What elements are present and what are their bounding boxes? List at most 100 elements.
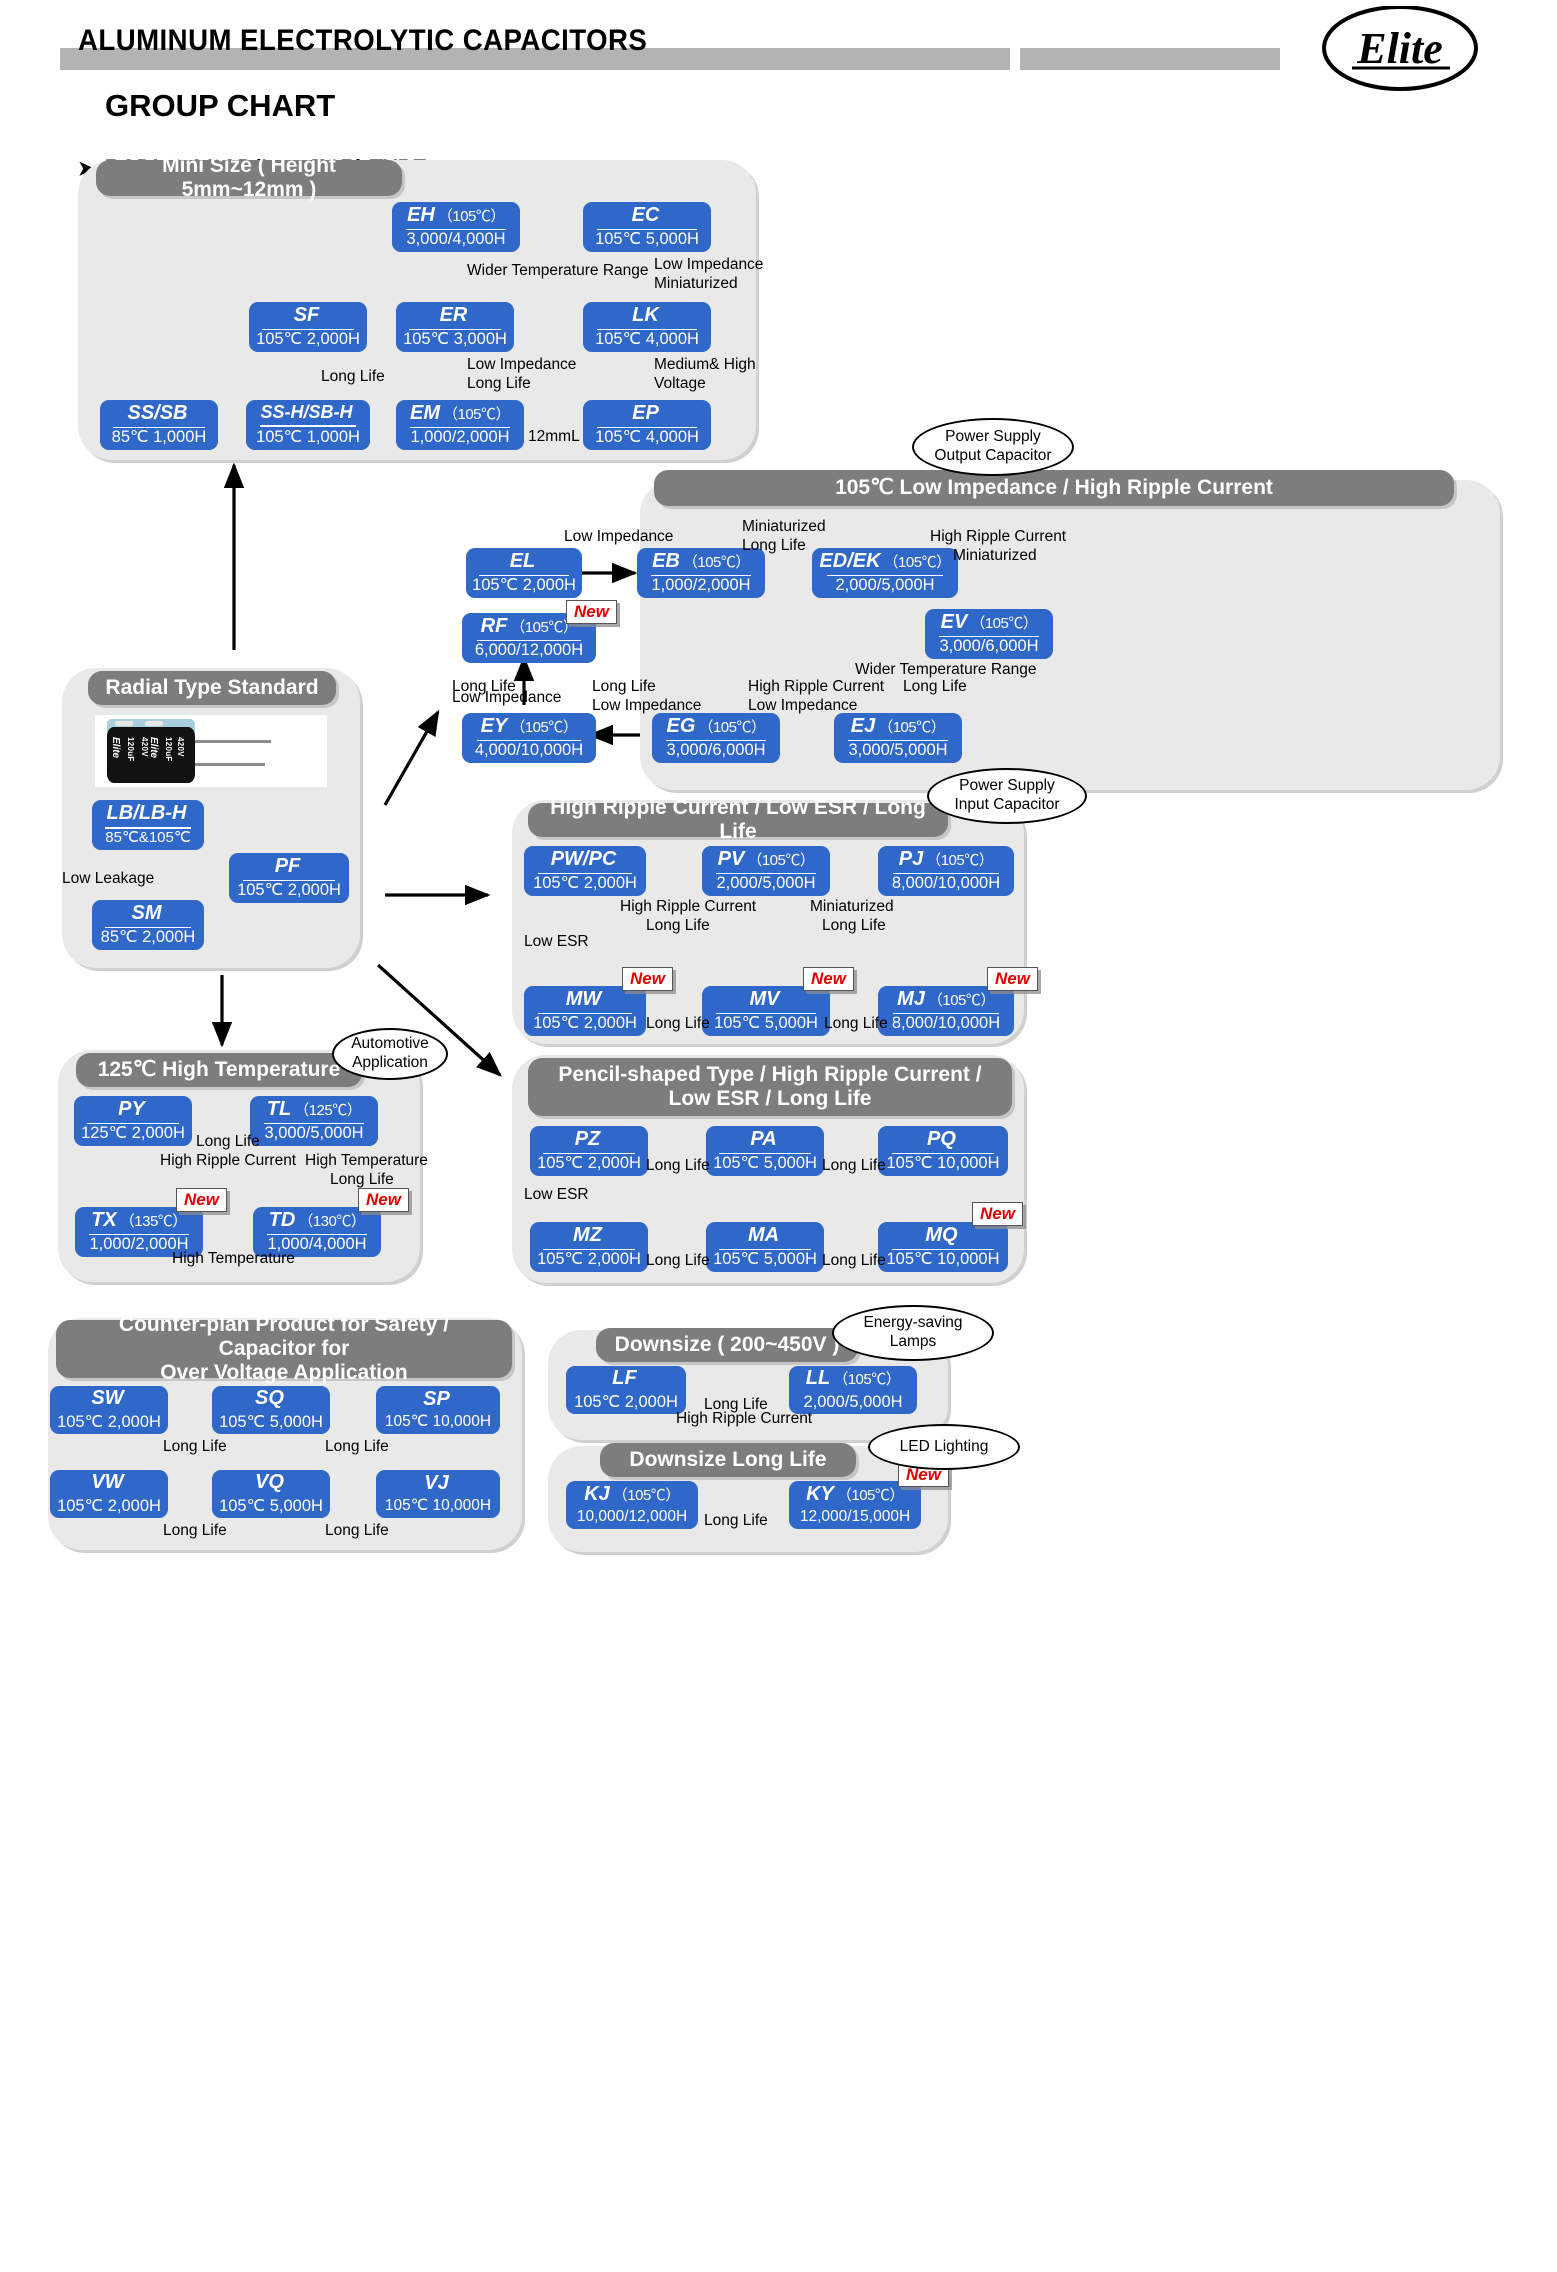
product-life-SP: 105℃ 10,000H	[384, 1413, 492, 1431]
product-code-EC: EC	[631, 204, 660, 226]
product-box-SS-SB[interactable]: SS/SB 85℃ 1,000H	[100, 400, 218, 450]
product-box-SS-H-SB-H[interactable]: SS-H/SB-H 105℃ 1,000H	[246, 400, 370, 450]
product-box-EM[interactable]: EM （105℃） 1,000/2,000H	[396, 400, 524, 450]
product-life-PW-PC: 105℃ 2,000H	[533, 873, 637, 892]
edge-label-li-miniaturized-2: Miniaturized	[953, 547, 1037, 564]
product-box-EG[interactable]: EG （105℃） 3,000/6,000H	[652, 713, 780, 763]
callout-power-input: Power Supply Input Capacitor	[927, 768, 1087, 824]
product-code-KJ: KJ （105℃）	[584, 1482, 680, 1505]
edge-label-wider-temp-range: Wider Temperature Range	[467, 262, 649, 279]
product-box-KY[interactable]: KY （105℃） 12,000/15,000H	[789, 1481, 921, 1529]
product-box-EC[interactable]: EC 105℃ 5,000H	[583, 202, 711, 252]
product-box-PW-PC[interactable]: PW/PC 105℃ 2,000H	[524, 846, 646, 896]
callout-power-output: Power Supply Output Capacitor	[912, 418, 1074, 476]
product-code-EY: EY （105℃）	[480, 715, 578, 737]
product-box-MJ[interactable]: MJ （105℃） 8,000/10,000H	[878, 986, 1014, 1036]
product-life-PZ: 105℃ 2,000H	[537, 1153, 641, 1172]
product-box-PQ[interactable]: PQ 105℃ 10,000H	[878, 1126, 1008, 1176]
product-box-EV[interactable]: EV （105℃） 3,000/6,000H	[925, 609, 1053, 659]
product-box-PA[interactable]: PA 105℃ 5,000H	[706, 1126, 824, 1176]
edge-label-li-long-life-4: Long Life	[903, 678, 967, 695]
product-life-MA: 105℃ 5,000H	[713, 1249, 817, 1268]
group-title-line: Counter-plan Product for Safety / Capaci…	[118, 1312, 450, 1360]
edge-label-li-low-impedance-3: Low Impedance	[592, 697, 702, 714]
elite-logo-icon: Elite	[1322, 6, 1478, 91]
product-box-KJ[interactable]: KJ （105℃） 10,000/12,000H	[566, 1481, 698, 1529]
product-box-EY[interactable]: EY （105℃） 4,000/10,000H	[462, 713, 596, 763]
product-box-EJ[interactable]: EJ （105℃） 3,000/5,000H	[834, 713, 962, 763]
edge-label-dz-high-ripple: High Ripple Current	[676, 1410, 813, 1427]
product-box-LF[interactable]: LF 105℃ 2,000H	[566, 1366, 686, 1414]
product-box-PV[interactable]: PV （105℃） 2,000/5,000H	[702, 846, 830, 896]
product-life-LL: 2,000/5,000H	[803, 1392, 903, 1411]
product-box-PF[interactable]: PF 105℃ 2,000H	[229, 853, 349, 903]
product-life-SQ: 105℃ 5,000H	[219, 1412, 323, 1431]
product-box-EP[interactable]: EP 105℃ 4,000H	[583, 400, 711, 450]
product-code-LK: LK	[632, 304, 659, 326]
new-badge-MV: New	[803, 967, 854, 992]
product-code-SM: SM	[131, 902, 162, 924]
edge-label-low-impedance: Low Impedance	[654, 256, 764, 273]
product-box-MQ[interactable]: MQ 105℃ 10,000H	[878, 1222, 1008, 1272]
product-box-ED-EK[interactable]: ED/EK （105℃） 2,000/5,000H	[812, 548, 958, 598]
product-box-VW[interactable]: VW 105℃ 2,000H	[50, 1470, 168, 1518]
product-box-SM[interactable]: SM 85℃ 2,000H	[92, 900, 204, 950]
callout-line: Application	[352, 1054, 428, 1071]
product-code-PW-PC: PW/PC	[550, 848, 617, 870]
edge-label-ht-high-ripple: High Ripple Current	[160, 1152, 297, 1169]
product-box-PY[interactable]: PY 125℃ 2,000H	[74, 1096, 192, 1146]
product-box-VJ[interactable]: VJ 105℃ 10,000H	[376, 1470, 500, 1518]
product-box-LB-LB-H[interactable]: LB/LB-H 85℃&105℃	[92, 800, 204, 850]
product-life-EL: 105℃ 2,000H	[472, 575, 576, 594]
edge-label-hr-long-life-3: Long Life	[646, 1015, 710, 1032]
product-box-SW[interactable]: SW 105℃ 2,000H	[50, 1386, 168, 1434]
product-box-TL[interactable]: TL （125℃） 3,000/5,000H	[250, 1096, 378, 1146]
edge-label-li-long-life: Long Life	[742, 537, 806, 554]
product-code-LB-LB-H: LB/LB-H	[106, 802, 187, 824]
product-code-EV: EV （105℃）	[940, 611, 1038, 633]
edge-label-pn-low-esr: Low ESR	[524, 1186, 589, 1203]
product-box-PJ[interactable]: PJ （105℃） 8,000/10,000H	[878, 846, 1014, 896]
product-box-LK[interactable]: LK 105℃ 4,000H	[583, 302, 711, 352]
product-code-VJ: VJ	[424, 1471, 449, 1494]
product-life-LF: 105℃ 2,000H	[574, 1392, 678, 1411]
edge-label-hr-long-life-4: Long Life	[824, 1015, 888, 1032]
product-life-EM: 1,000/2,000H	[410, 427, 510, 446]
product-box-SF[interactable]: SF 105℃ 2,000H	[249, 302, 367, 352]
product-life-EC: 105℃ 5,000H	[595, 229, 699, 248]
product-box-MW[interactable]: MW 105℃ 2,000H	[524, 986, 646, 1036]
edge-label-hr-long-life: Long Life	[646, 917, 710, 934]
product-life-EP: 105℃ 4,000H	[595, 427, 699, 446]
new-badge-MQ: New	[972, 1202, 1023, 1227]
edge-label-12mml: 12mmL	[528, 428, 580, 445]
product-code-LF: LF	[612, 1367, 637, 1390]
edge-label-li-low-impedance-4: Low Impedance	[748, 697, 858, 714]
product-box-EH[interactable]: EH （105℃） 3,000/4,000H	[392, 202, 520, 252]
edge-label-li-low-impedance-2: Low Impedance	[452, 689, 562, 706]
product-box-MV[interactable]: MV 105℃ 5,000H	[702, 986, 830, 1036]
product-code-PA: PA	[750, 1128, 777, 1150]
svg-text:Elite: Elite	[1356, 24, 1443, 73]
product-life-LK: 105℃ 4,000H	[595, 329, 699, 348]
edge-label-ht-long-life: Long Life	[196, 1133, 260, 1150]
product-code-SS-SB: SS/SB	[127, 402, 188, 424]
product-code-ED-EK: ED/EK （105℃）	[819, 550, 951, 572]
product-box-LL[interactable]: LL （105℃） 2,000/5,000H	[789, 1366, 917, 1414]
product-box-PZ[interactable]: PZ 105℃ 2,000H	[530, 1126, 648, 1176]
product-code-SS-H-SB-H: SS-H/SB-H	[260, 402, 353, 423]
product-box-MA[interactable]: MA 105℃ 5,000H	[706, 1222, 824, 1272]
edge-label-li-long-life-3: Long Life	[592, 678, 656, 695]
product-box-VQ[interactable]: VQ 105℃ 5,000H	[212, 1470, 330, 1518]
product-life-PV: 2,000/5,000H	[716, 873, 816, 892]
product-life-VJ: 105℃ 10,000H	[384, 1497, 492, 1515]
product-box-SP[interactable]: SP 105℃ 10,000H	[376, 1386, 500, 1434]
product-box-ER[interactable]: ER 105℃ 3,000H	[396, 302, 514, 352]
product-box-SQ[interactable]: SQ 105℃ 5,000H	[212, 1386, 330, 1434]
product-code-MQ: MQ	[925, 1224, 958, 1246]
product-code-PZ: PZ	[574, 1128, 601, 1150]
product-box-MZ[interactable]: MZ 105℃ 2,000H	[530, 1222, 648, 1272]
product-life-PF: 105℃ 2,000H	[237, 880, 341, 899]
product-box-EL[interactable]: EL 105℃ 2,000H	[466, 548, 582, 598]
callout-line: Power Supply	[945, 428, 1041, 446]
product-code-PY: PY	[118, 1098, 145, 1120]
